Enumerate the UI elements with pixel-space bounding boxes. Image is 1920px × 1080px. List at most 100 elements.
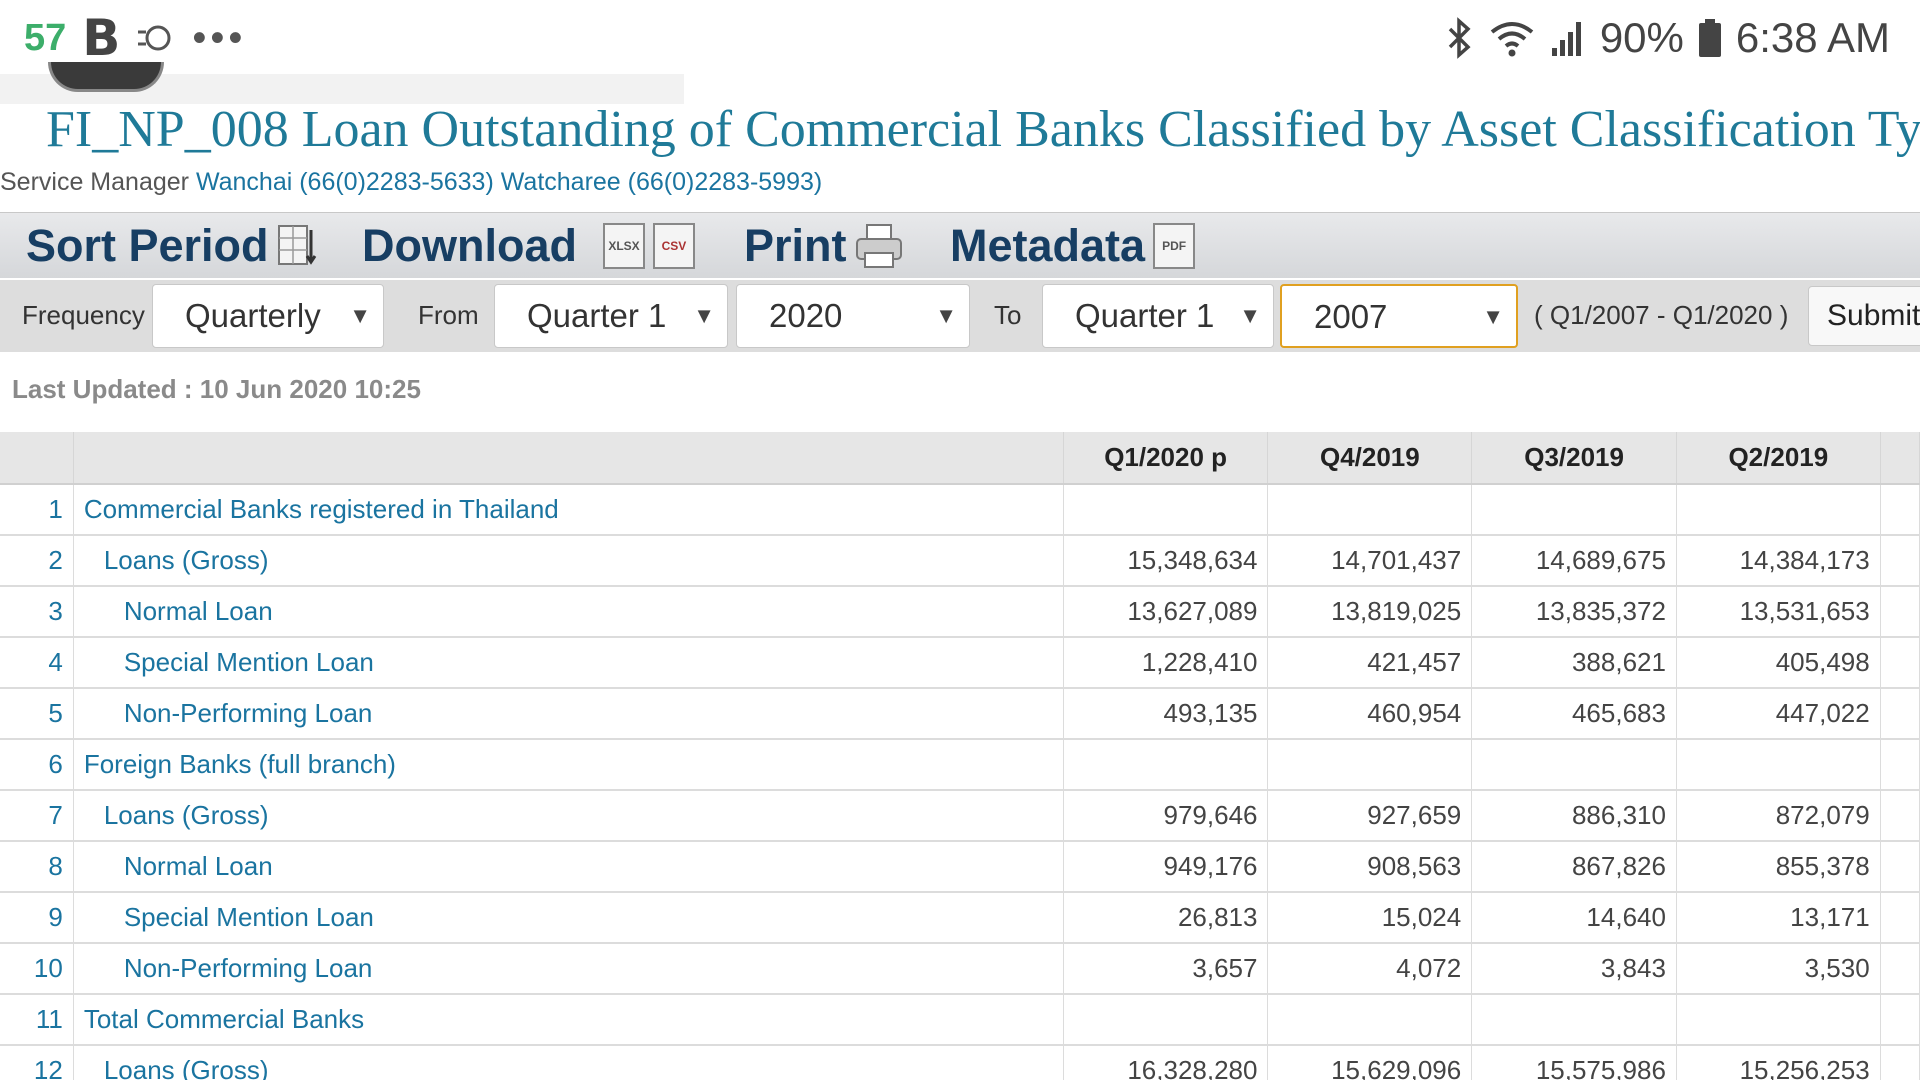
row-label[interactable]: Loans (Gross) <box>73 535 1064 587</box>
frequency-label: Frequency <box>22 300 145 330</box>
download-group: Download XLSX CSV <box>362 219 695 273</box>
row-label[interactable]: Commercial Banks registered in Thailand <box>73 484 1064 536</box>
row-index: 6 <box>0 739 74 791</box>
row-index: 7 <box>0 790 74 842</box>
print-label: Print <box>744 220 847 271</box>
toolbar: Sort Period Download XLSX CSV Print Meta… <box>0 212 1920 278</box>
cell-value: 4,072 <box>1267 943 1473 995</box>
submit-button[interactable]: Submit <box>1808 286 1920 346</box>
clock: 6:38 AM <box>1735 14 1890 61</box>
cell-value <box>1676 484 1881 536</box>
chevron-down-icon: ▼ <box>1482 304 1504 329</box>
metadata-button[interactable]: Metadata PDF <box>950 219 1196 273</box>
printer-icon <box>855 224 902 268</box>
cell-value: 979,646 <box>1063 790 1269 842</box>
column-header[interactable]: Q2/2019 <box>1676 432 1881 485</box>
metadata-label: Metadata <box>950 220 1146 271</box>
row-label[interactable]: Foreign Banks (full branch) <box>73 739 1064 791</box>
table-row: 3 Normal Loan 13,627,089 13,819,025 13,8… <box>0 586 1920 638</box>
row-label[interactable]: Normal Loan <box>73 586 1064 638</box>
status-right: 90% 6:38 AM <box>1446 10 1890 66</box>
cell-overflow <box>1880 739 1920 791</box>
column-header[interactable]: Q1/2020 p <box>1063 432 1269 485</box>
row-label[interactable]: Non-Performing Loan <box>73 688 1064 740</box>
wifi-icon <box>1490 22 1534 57</box>
csv-download-icon[interactable]: CSV <box>652 223 695 269</box>
from-year-value: 2020 <box>769 297 843 334</box>
to-label: To <box>994 300 1022 330</box>
service-manager-label: Service Manager <box>0 168 189 196</box>
cell-overflow <box>1880 535 1920 587</box>
frequency-select[interactable]: Quarterly ▼ <box>152 284 384 348</box>
cell-value: 26,813 <box>1063 892 1269 944</box>
bluetooth-icon <box>1448 17 1471 59</box>
to-year-select[interactable]: 2007 ▼ <box>1280 284 1518 348</box>
table-header-row: Q1/2020 p Q4/2019 Q3/2019 Q2/2019 <box>0 432 1920 485</box>
cell-value: 13,627,089 <box>1063 586 1269 638</box>
table-row: 1 Commercial Banks registered in Thailan… <box>0 484 1920 536</box>
to-period-select[interactable]: Quarter 1 ▼ <box>1042 284 1274 348</box>
page-title: FI_NP_008 Loan Outstanding of Commercial… <box>46 101 1920 158</box>
cell-value: 13,171 <box>1676 892 1881 944</box>
cell-value <box>1267 739 1473 791</box>
notification-count: 57 <box>24 16 67 59</box>
row-index: 9 <box>0 892 74 944</box>
cell-value: 405,498 <box>1676 637 1881 689</box>
from-period-value: Quarter 1 <box>527 297 667 334</box>
cell-value: 14,384,173 <box>1676 535 1881 587</box>
bank-logo <box>48 62 164 92</box>
cell-value: 3,657 <box>1063 943 1269 995</box>
sort-period-button[interactable]: Sort Period <box>26 219 319 273</box>
cell-overflow <box>1880 688 1920 740</box>
table-row: 9 Special Mention Loan 26,813 15,024 14,… <box>0 892 1920 944</box>
filter-bar: Frequency Quarterly ▼ From Quarter 1 ▼ 2… <box>0 280 1920 352</box>
pdf-icon: PDF <box>1153 223 1196 269</box>
cell-value: 15,024 <box>1267 892 1473 944</box>
table-row: 6 Foreign Banks (full branch) <box>0 739 1920 791</box>
column-header[interactable]: Q3/2019 <box>1471 432 1677 485</box>
row-label[interactable]: Special Mention Loan <box>73 892 1064 944</box>
header-label <box>73 432 1064 485</box>
cell-value: 447,022 <box>1676 688 1881 740</box>
cell-value: 14,640 <box>1471 892 1677 944</box>
cell-value: 16,328,280 <box>1063 1045 1269 1080</box>
cell-value: 388,621 <box>1471 637 1677 689</box>
cell-value: 465,683 <box>1471 688 1677 740</box>
service-manager: Service Manager Wanchai (66(0)2283-5633)… <box>0 168 822 197</box>
frequency-value: Quarterly <box>185 297 321 334</box>
cell-overflow <box>1880 892 1920 944</box>
chevron-down-icon: ▼ <box>349 303 371 328</box>
table-row: 12 Loans (Gross) 16,328,280 15,629,096 1… <box>0 1045 1920 1080</box>
cell-overflow <box>1880 637 1920 689</box>
battery-icon <box>1698 19 1721 57</box>
to-period-value: Quarter 1 <box>1075 297 1215 334</box>
table-row: 2 Loans (Gross) 15,348,634 14,701,437 14… <box>0 535 1920 587</box>
print-button[interactable]: Print <box>744 219 903 273</box>
row-label[interactable]: Loans (Gross) <box>73 1045 1064 1080</box>
from-year-select[interactable]: 2020 ▼ <box>736 284 970 348</box>
cell-value: 15,629,096 <box>1267 1045 1473 1080</box>
cell-value: 855,378 <box>1676 841 1881 893</box>
xlsx-download-icon[interactable]: XLSX <box>602 223 645 269</box>
cell-value: 14,701,437 <box>1267 535 1473 587</box>
from-period-select[interactable]: Quarter 1 ▼ <box>494 284 728 348</box>
cell-overflow <box>1880 841 1920 893</box>
row-label[interactable]: Loans (Gross) <box>73 790 1064 842</box>
chevron-down-icon: ▼ <box>693 303 715 328</box>
column-header[interactable]: Q4/2019 <box>1267 432 1473 485</box>
cell-value: 15,575,986 <box>1471 1045 1677 1080</box>
row-label[interactable]: Total Commercial Banks <box>73 994 1064 1046</box>
row-label[interactable]: Non-Performing Loan <box>73 943 1064 995</box>
more-icon: ••• <box>192 15 247 60</box>
cell-value: 460,954 <box>1267 688 1473 740</box>
row-index: 10 <box>0 943 74 995</box>
from-label: From <box>418 300 479 330</box>
contact-link-wanchai[interactable]: Wanchai (66(0)2283-5633) <box>196 168 494 196</box>
cell-value: 13,835,372 <box>1471 586 1677 638</box>
cell-value: 886,310 <box>1471 790 1677 842</box>
row-label[interactable]: Special Mention Loan <box>73 637 1064 689</box>
contact-link-watcharee[interactable]: Watcharee (66(0)2283-5993) <box>501 168 822 196</box>
to-year-value: 2007 <box>1314 298 1388 335</box>
row-label[interactable]: Normal Loan <box>73 841 1064 893</box>
sync-icon <box>138 25 171 51</box>
